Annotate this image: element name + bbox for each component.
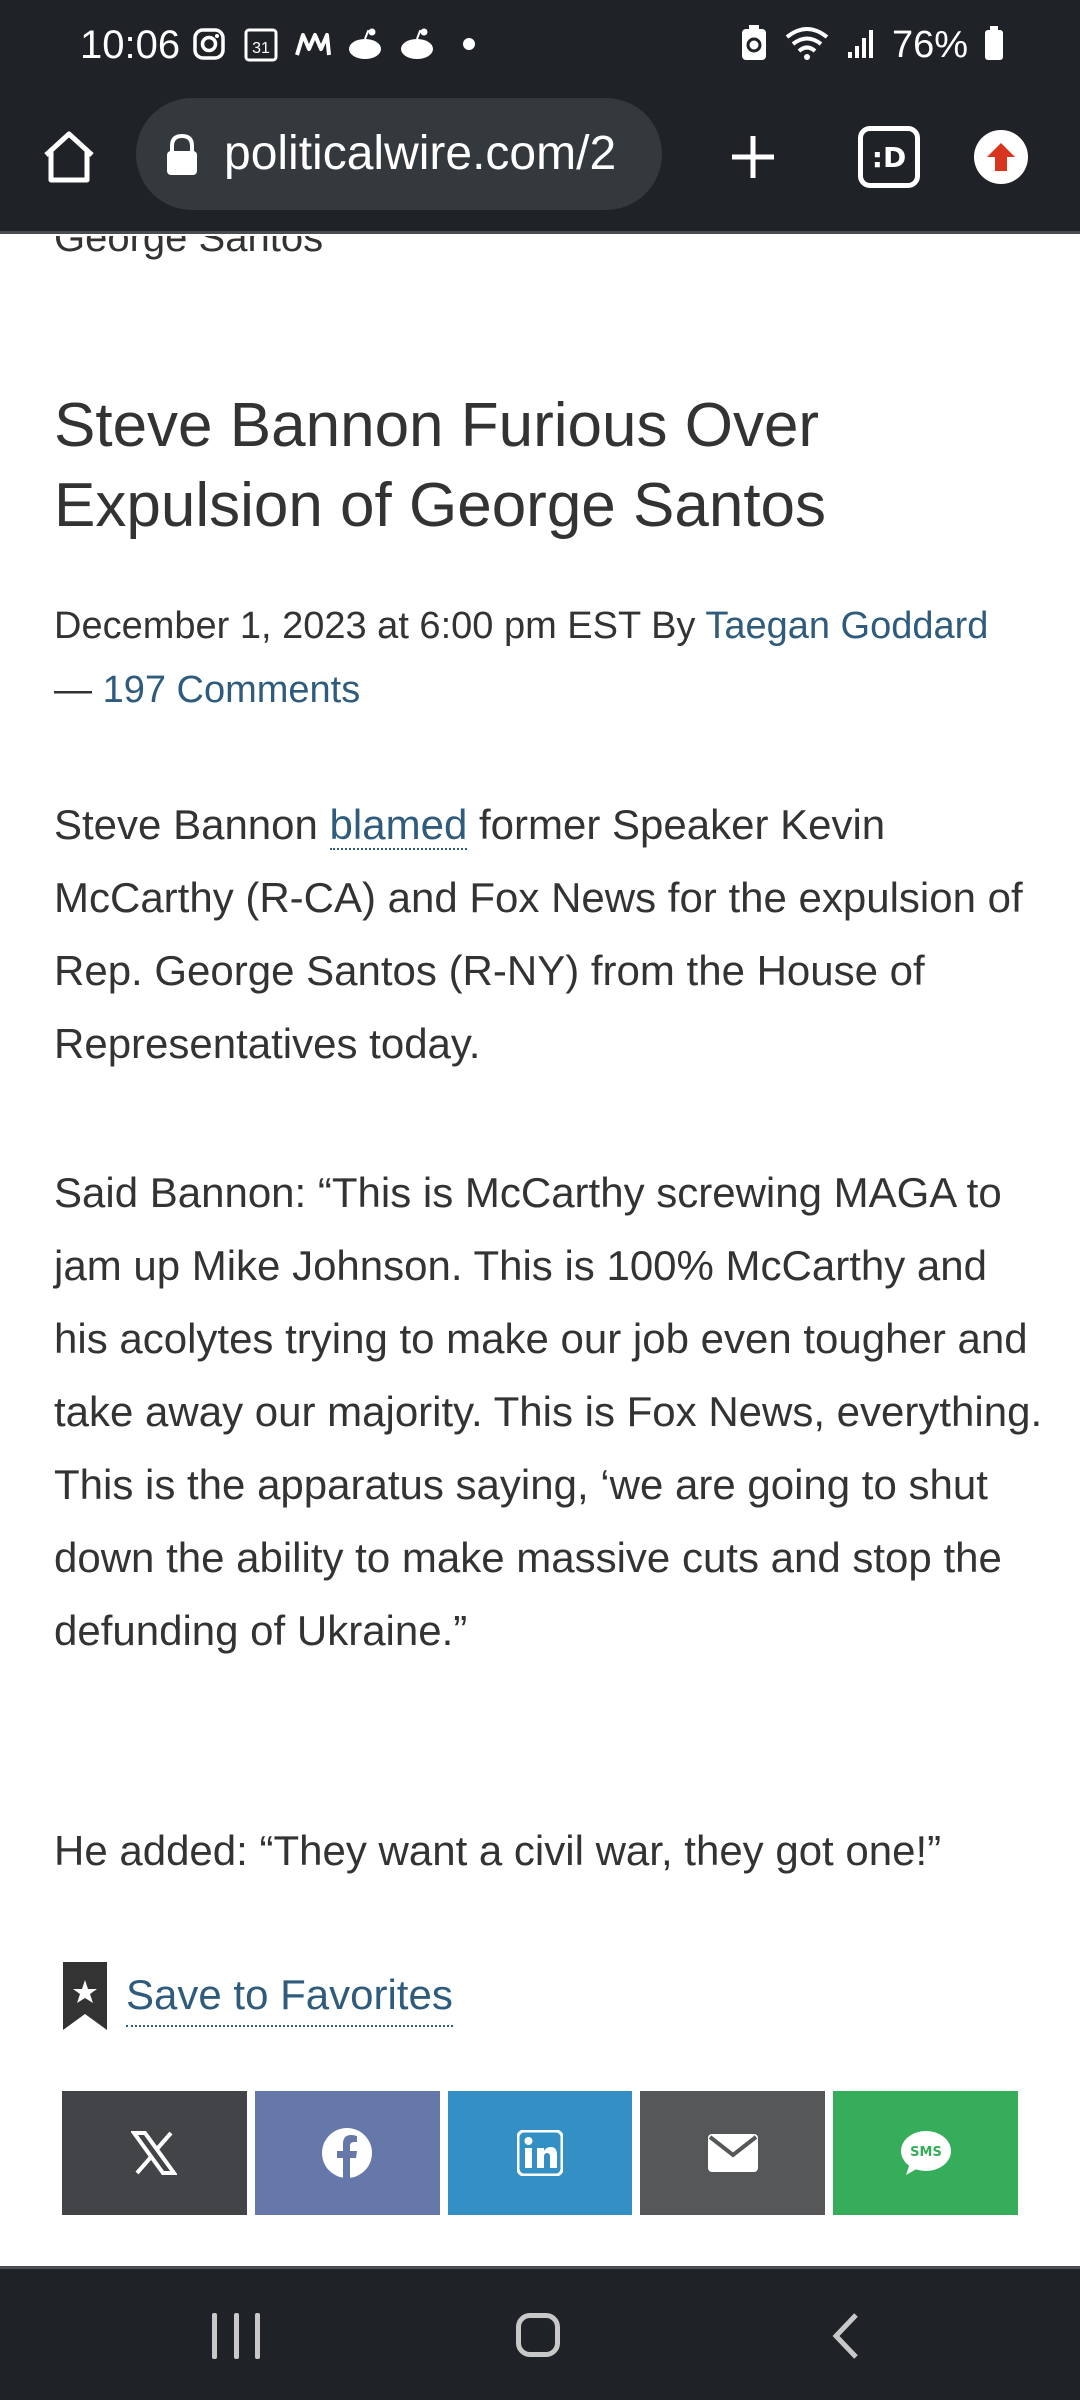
svg-text:SMS: SMS	[910, 2145, 942, 2160]
url-text: politicalwire.com/2	[224, 127, 617, 180]
facebook-icon	[322, 2128, 373, 2179]
meta-dash: —	[54, 669, 92, 711]
status-bar: 10:06 31 76%	[0, 0, 1080, 92]
x-icon	[131, 2131, 178, 2175]
notification-icons: 31	[190, 22, 488, 66]
plus-icon	[732, 136, 774, 178]
status-time: 10:06	[80, 23, 181, 67]
home-button[interactable]	[36, 124, 102, 190]
browser-toolbar: politicalwire.com/2 :D	[0, 92, 1080, 234]
lock-icon	[164, 133, 200, 176]
new-tab-button[interactable]	[720, 124, 786, 190]
share-buttons: SMS	[62, 2091, 1018, 2215]
paragraph-3: He added: “They want a civil war, they g…	[54, 1827, 942, 1874]
article-meta: December 1, 2023 at 6:00 pm EST By Taega…	[54, 594, 1044, 722]
instagram-icon	[190, 25, 228, 63]
svg-text:31: 31	[252, 40, 270, 57]
bookmark-star-icon	[60, 1960, 110, 2032]
app-icon	[294, 25, 332, 63]
tabs-label: :D	[871, 140, 907, 174]
home-nav-button[interactable]	[516, 2313, 560, 2357]
tabs-button[interactable]: :D	[858, 126, 920, 188]
reddit-icon	[398, 25, 436, 63]
by-label: By	[651, 605, 696, 647]
system-navigation-bar	[0, 2266, 1080, 2400]
address-bar[interactable]: politicalwire.com/2	[136, 98, 662, 210]
share-x-button[interactable]	[62, 2091, 247, 2215]
sms-icon: SMS	[900, 2131, 951, 2175]
previous-article-title[interactable]: George Santos	[54, 236, 323, 268]
more-notifications-dot	[450, 25, 488, 63]
comments-link[interactable]: 197 Comments	[103, 669, 361, 711]
back-icon	[832, 2313, 858, 2359]
paragraph-1-start: Steve Bannon	[54, 801, 318, 848]
battery-percent: 76%	[891, 24, 968, 66]
mail-icon	[707, 2134, 758, 2172]
extension-button[interactable]	[974, 130, 1028, 184]
reddit-icon	[346, 25, 384, 63]
wifi-icon	[784, 25, 830, 66]
share-email-button[interactable]	[640, 2091, 826, 2215]
save-to-favorites-label: Save to Favorites	[126, 1965, 453, 2027]
battery-icon	[984, 25, 1004, 66]
back-button[interactable]	[826, 2311, 866, 2361]
system-status: 76%	[740, 20, 1004, 70]
linkedin-icon	[516, 2130, 563, 2176]
author-link[interactable]: Taegan Goddard	[705, 605, 988, 647]
paragraph-1: Steve Bannon blamed former Speaker Kevin…	[54, 788, 1044, 1080]
article-title: Steve Bannon Furious Over Expulsion of G…	[54, 391, 827, 540]
share-linkedin-button[interactable]	[447, 2091, 633, 2215]
article-date: December 1, 2023 at 6:00 pm EST	[54, 605, 641, 647]
recent-apps-button[interactable]	[212, 2313, 260, 2359]
home-icon	[44, 131, 94, 183]
paragraph-2: Said Bannon: “This is McCarthy screwing …	[54, 1169, 1043, 1654]
battery-saver-icon	[740, 24, 768, 67]
share-sms-button[interactable]: SMS	[833, 2091, 1018, 2215]
share-facebook-button[interactable]	[254, 2091, 440, 2215]
extension-icon	[987, 143, 1015, 171]
calendar-icon: 31	[242, 25, 280, 63]
signal-icon	[846, 26, 876, 65]
save-to-favorites[interactable]: Save to Favorites	[60, 1956, 453, 2036]
article-content: George Santos Steve Bannon Furious Over …	[0, 236, 1080, 2266]
blamed-link[interactable]: blamed	[329, 801, 468, 850]
